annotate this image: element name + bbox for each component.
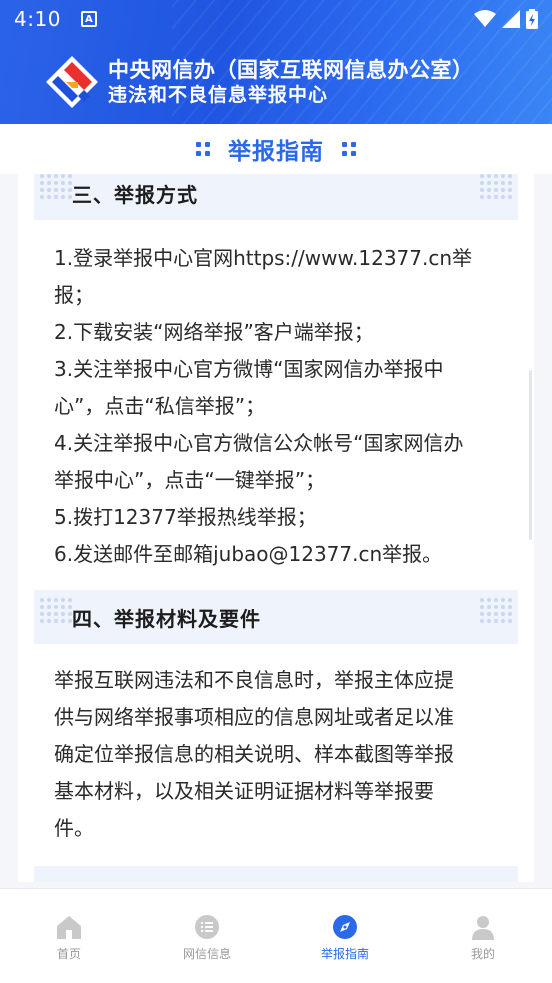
user-icon xyxy=(472,916,494,940)
nav-home[interactable]: 首页 xyxy=(0,889,138,983)
nav-profile[interactable]: 我的 xyxy=(414,889,552,983)
content-card[interactable]: 三、举报方式 1.登录举报中心官网https://www.12377.cn举 报… xyxy=(18,174,534,882)
page-title-bar: 举报指南 xyxy=(0,124,552,174)
signal-icon xyxy=(502,10,520,28)
nav-label: 首页 xyxy=(56,947,81,961)
nav-label: 举报指南 xyxy=(320,947,369,961)
section-header-next xyxy=(34,866,518,882)
text-line: 确定位举报信息的相关说明、样本截图等举报 xyxy=(54,742,454,766)
status-icons xyxy=(474,9,538,29)
decor-dots xyxy=(480,598,512,623)
text-line: 1.登录举报中心官网https://www.12377.cn举 xyxy=(54,246,473,270)
section-title: 四、举报材料及要件 xyxy=(72,606,261,631)
logo-icon xyxy=(46,56,98,108)
page-title: 举报指南 xyxy=(228,139,324,165)
nav-news[interactable]: 网信信息 xyxy=(138,889,276,983)
section-header: 四、举报材料及要件 xyxy=(34,590,518,644)
scrollbar[interactable] xyxy=(529,370,532,540)
text-line: 2.下载安装“网络举报”客户端举报； xyxy=(54,320,374,344)
text-line: 3.关注举报中心官方微博“国家网信办举报中 xyxy=(54,357,444,381)
text-line: 举报中心”，点击“一键举报”； xyxy=(54,468,326,492)
status-bar: 4:10 A xyxy=(0,0,552,38)
list-icon xyxy=(195,915,219,939)
section-header: 三、举报方式 xyxy=(34,174,518,220)
app-header: 4:10 A 中央网信办（国家互联网信息办公室） 违法和不良信息举报中心 xyxy=(0,0,552,124)
nav-label: 网信信息 xyxy=(182,947,231,961)
wifi-icon xyxy=(474,10,496,27)
battery-icon xyxy=(526,9,538,29)
text-line: 基本材料，以及相关证明证据材料等举报要 xyxy=(54,779,434,803)
text-line: 心”，点击“私信举报”； xyxy=(54,394,266,418)
text-line: 4.关注举报中心官方微信公众帐号“国家网信办 xyxy=(54,431,464,455)
section-title: 三、举报方式 xyxy=(72,182,198,207)
text-line: 报； xyxy=(54,283,94,307)
status-time: 4:10 xyxy=(14,7,61,31)
notification-icon: A xyxy=(80,11,97,27)
text-line: 供与网络举报事项相应的信息网址或者足以准 xyxy=(54,705,454,729)
title-decor-right xyxy=(342,142,356,156)
text-line: 举报互联网违法和不良信息时，举报主体应提 xyxy=(54,668,454,692)
text-line: 件。 xyxy=(54,816,94,840)
header-subtitle: 违法和不良信息举报中心 xyxy=(108,84,329,106)
brand-text: 中央网信办（国家互联网信息办公室） 违法和不良信息举报中心 xyxy=(108,57,474,107)
bottom-nav: 首页 网信信息 举报指南 我的 xyxy=(0,888,552,983)
section-body: 1.登录举报中心官网https://www.12377.cn举 报； 2.下载安… xyxy=(54,240,506,573)
compass-icon xyxy=(333,915,357,939)
decor-dots xyxy=(480,174,512,199)
text-line: 6.发送邮件至邮箱jubao@12377.cn举报。 xyxy=(54,542,443,566)
title-decor-left xyxy=(196,142,210,156)
text-line: 5.拨打12377举报热线举报； xyxy=(54,505,317,529)
nav-guide[interactable]: 举报指南 xyxy=(276,889,414,983)
brand: 中央网信办（国家互联网信息办公室） 违法和不良信息举报中心 xyxy=(44,54,474,110)
nav-label: 我的 xyxy=(470,947,495,961)
decor-dots xyxy=(40,174,72,199)
decor-dots xyxy=(40,598,72,623)
section-body: 举报互联网违法和不良信息时，举报主体应提 供与网络举报事项相应的信息网址或者足以… xyxy=(54,662,506,847)
home-icon xyxy=(57,916,81,939)
header-title: 中央网信办（国家互联网信息办公室） xyxy=(108,58,474,82)
